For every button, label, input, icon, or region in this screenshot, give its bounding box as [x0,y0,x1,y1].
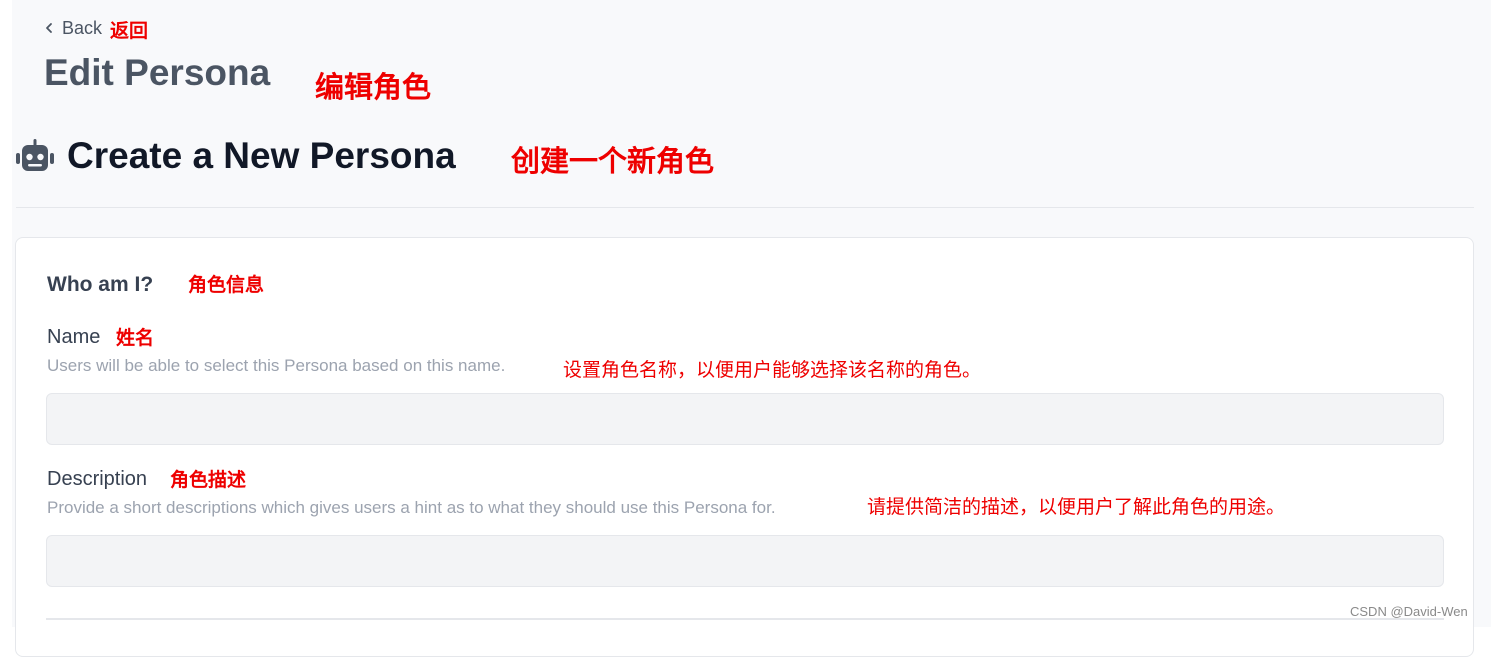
name-label: Name [47,326,101,348]
next-field-divider [46,618,1444,620]
persona-form-card [15,237,1474,657]
section-title: Who am I? [47,273,154,296]
description-input[interactable] [46,535,1444,587]
description-help-annotation: 请提供简洁的描述，以便用户了解此角色的用途。 [867,497,1286,518]
create-title-annotation: 创建一个新角色 [511,146,715,178]
section-title-annotation: 角色信息 [188,275,265,296]
watermark: CSDN @David-Wen [1350,604,1468,619]
name-help-text: Users will be able to select this Person… [47,356,506,375]
description-label-annotation: 角色描述 [170,470,247,491]
header-divider [16,207,1474,208]
chevron-left-icon [46,23,52,33]
name-input[interactable] [46,393,1444,445]
page-title-annotation: 编辑角色 [315,72,432,104]
name-label-annotation: 姓名 [116,328,155,349]
create-title: Create a New Persona [67,135,456,176]
back-link[interactable]: Back [42,16,102,40]
robot-icon [16,139,54,171]
back-label: Back [62,17,103,38]
create-heading: Create a New Persona [16,134,456,178]
page-title: Edit Persona [44,52,271,93]
name-help-annotation: 设置角色名称，以便用户能够选择该名称的角色。 [563,360,982,381]
description-help-text: Provide a short descriptions which gives… [47,498,776,517]
description-label: Description [47,468,148,490]
back-annotation: 返回 [110,21,149,42]
